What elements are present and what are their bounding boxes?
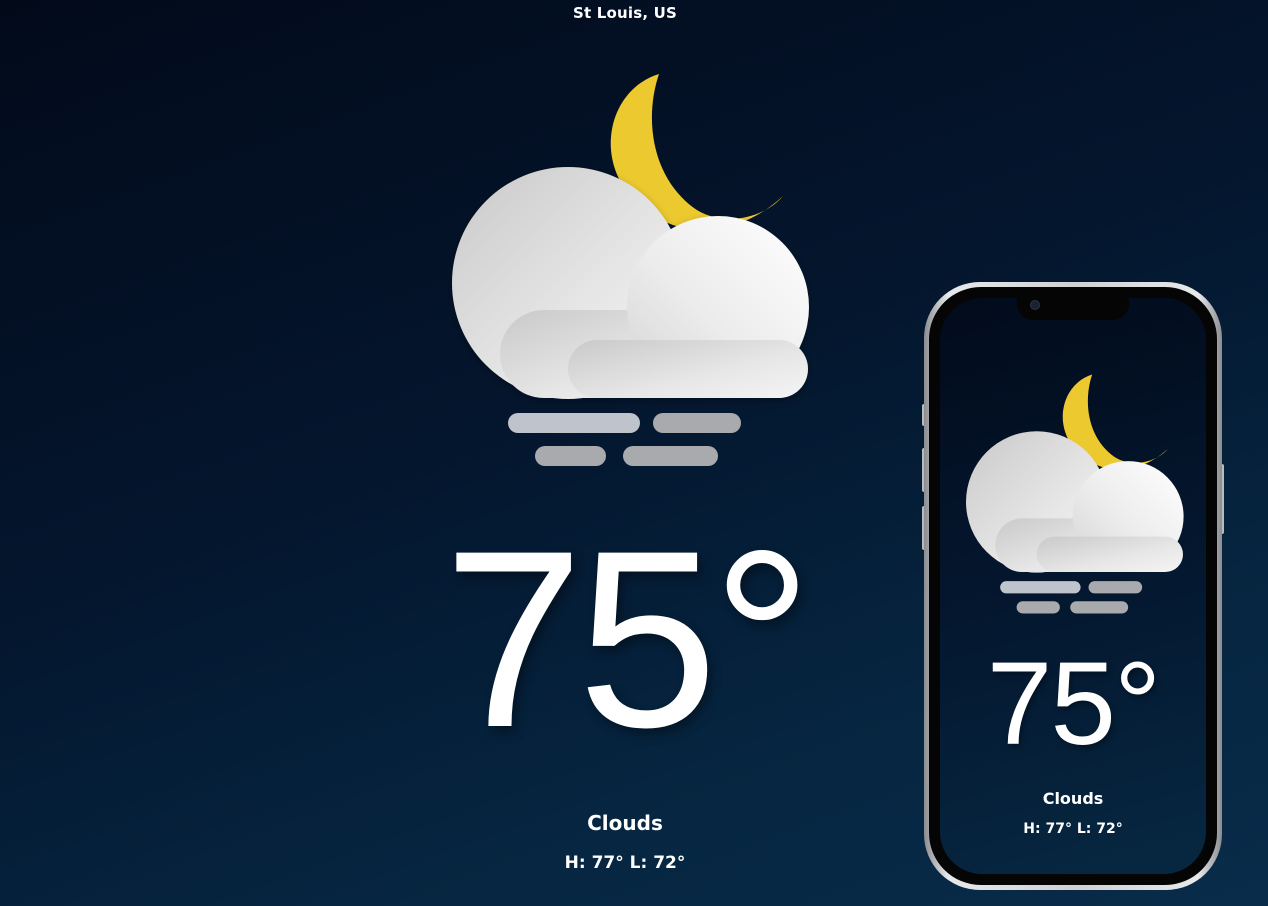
cloud-shape [452, 167, 809, 399]
cloudy-night-fog-icon [966, 374, 1184, 614]
location-label: St Louis, US [572, 4, 678, 22]
temperature-display: 75° [443, 499, 812, 780]
phone-weather-description: Clouds [1042, 789, 1104, 808]
fog-lines [508, 413, 741, 466]
phone-temperature-display: 75° [986, 638, 1161, 770]
fog-lines [1000, 581, 1143, 614]
phone-camera-icon [1030, 300, 1040, 310]
cloudy-night-fog-icon [452, 74, 809, 466]
phone-high-low-temperature: H: 77° L: 72° [1023, 821, 1123, 837]
phone-preview: 75° Clouds H: 77° L: 72° [922, 282, 1224, 890]
cloud-shape [966, 431, 1184, 573]
